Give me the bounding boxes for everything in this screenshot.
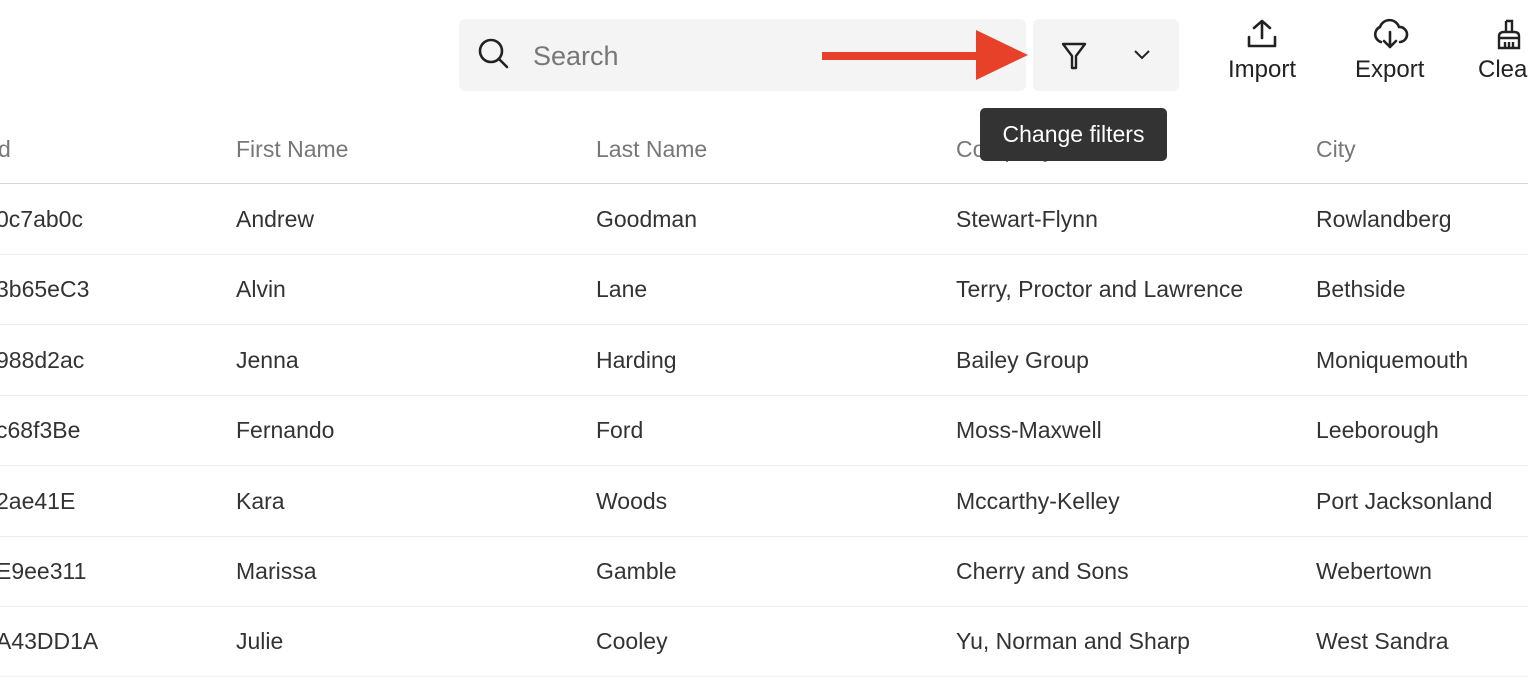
clear-button[interactable]: Clea <box>1478 18 1527 84</box>
clear-label: Clea <box>1478 56 1528 83</box>
cell-first-name: Andrew <box>236 206 314 232</box>
table-row[interactable]: E9ee311 Marissa Gamble Cherry and Sons Weber… <box>0 536 1528 607</box>
cell-city: Bethside <box>1316 276 1406 303</box>
column-header-last-name[interactable]: Last Name <box>596 136 707 163</box>
table-row[interactable]: c68f3Be Fernando Ford Moss-Maxwell Leeboroug… <box>0 395 1528 467</box>
chevron-down-icon[interactable] <box>1132 46 1152 62</box>
cell-company: Stewart-Flynn <box>956 206 1098 232</box>
column-header-first-name[interactable]: First Name <box>236 136 348 163</box>
annotation-arrow <box>822 30 1028 80</box>
cell-id: E9ee311 <box>0 558 87 584</box>
cell-id: 0c7ab0c <box>0 206 83 232</box>
cell-last-name: Woods <box>596 487 668 514</box>
cell-id: 3b65eC3 <box>0 276 90 303</box>
export-button[interactable]: Export <box>1355 18 1424 84</box>
cell-city: Moniquemouth <box>1316 346 1469 373</box>
table-row[interactable]: 3b65eC3 Alvin Lane Terry, Proctor and Lawre… <box>0 254 1528 326</box>
cell-id: 2ae41E <box>0 487 76 514</box>
cell-last-name: Harding <box>596 346 677 373</box>
cell-company: Bailey Group <box>956 346 1089 373</box>
broom-icon <box>1497 19 1521 50</box>
cell-company: Terry, Proctor and Lawrence <box>956 276 1244 303</box>
cell-first-name: Alvin <box>236 276 286 303</box>
import-label: Import <box>1228 56 1297 83</box>
cell-city: Webertown <box>1316 558 1432 584</box>
column-header-city[interactable]: City <box>1316 136 1356 163</box>
search-icon <box>478 38 509 69</box>
filter-icon <box>1061 42 1087 70</box>
upload-icon <box>1247 19 1277 48</box>
import-button[interactable]: Import <box>1228 18 1296 84</box>
cell-company: Cherry and Sons <box>956 558 1129 584</box>
change-filters-tooltip: Change filters <box>980 108 1167 161</box>
cell-id: 988d2ac <box>0 346 85 373</box>
filter-button[interactable] <box>1033 19 1179 91</box>
cell-city: Leeborough <box>1316 417 1439 444</box>
cloud-download-icon <box>1373 18 1408 49</box>
cell-first-name: Kara <box>236 487 285 514</box>
table-row[interactable]: 988d2ac Jenna Harding Bailey Group Moniquemo… <box>0 325 1528 396</box>
cell-id: c68f3Be <box>0 417 81 444</box>
cell-last-name: Goodman <box>596 206 698 232</box>
cell-last-name: Lane <box>596 276 648 303</box>
cell-last-name: Gamble <box>596 558 677 584</box>
table-row[interactable]: 0c7ab0c Andrew Goodman Stewart-Flynn Rowland… <box>0 184 1528 255</box>
cell-last-name: Ford <box>596 417 644 444</box>
export-label: Export <box>1355 56 1425 83</box>
cell-city: Port Jacksonland <box>1316 487 1493 514</box>
table-row[interactable]: 2ae41E Kara Woods Mccarthy-Kelley Port Jacks… <box>0 466 1528 537</box>
cell-first-name: Marissa <box>236 558 317 584</box>
column-header-id[interactable]: d <box>0 136 11 163</box>
cell-city: Rowlandberg <box>1316 206 1452 232</box>
cell-first-name: Fernando <box>236 417 335 444</box>
cell-company: Moss-Maxwell <box>956 417 1102 444</box>
cell-company: Mccarthy-Kelley <box>956 487 1120 514</box>
cell-first-name: Jenna <box>236 346 299 373</box>
